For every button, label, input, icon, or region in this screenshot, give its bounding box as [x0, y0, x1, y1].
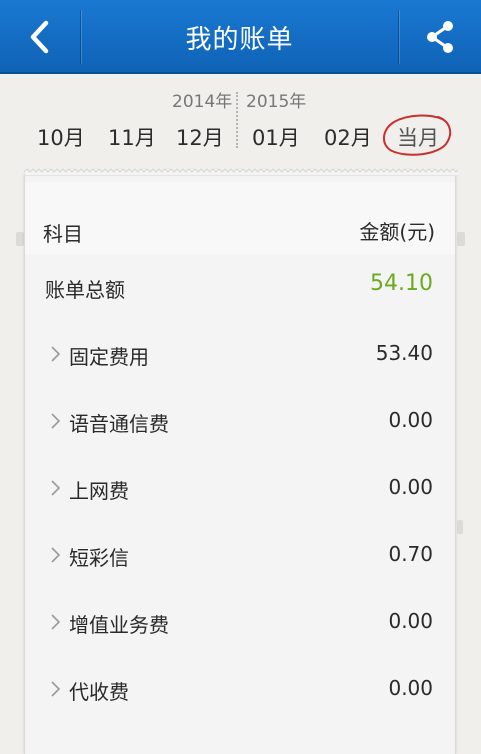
bill-total-row: 账单总额 54.10	[25, 254, 455, 321]
bill-item-value: 0.00	[388, 676, 433, 700]
year-divider	[236, 92, 238, 148]
bill-item-value: 0.00	[388, 408, 433, 432]
bill-item-value: 0.00	[388, 475, 433, 499]
receipt-edge	[24, 168, 458, 176]
chevron-right-icon	[51, 413, 61, 429]
bill-item-label: 短彩信	[69, 546, 129, 570]
bill-item-row[interactable]: 增值业务费 0.00	[25, 589, 455, 656]
month-tab-11[interactable]: 11月	[108, 122, 156, 152]
chevron-right-icon	[51, 547, 61, 563]
chevron-right-icon	[51, 681, 61, 697]
bill-item-row[interactable]: 语音通信费 0.00	[25, 388, 455, 455]
bill-item-label: 代收费	[69, 680, 129, 704]
bill-item-row[interactable]: 短彩信 0.70	[25, 522, 455, 589]
month-tab-12[interactable]: 12月	[176, 122, 224, 152]
bill-total-label: 账单总额	[45, 278, 125, 302]
month-tab-10[interactable]: 10月	[37, 122, 85, 152]
month-tab-01[interactable]: 01月	[252, 122, 300, 152]
chevron-left-icon	[30, 20, 49, 54]
chevron-right-icon	[51, 614, 61, 630]
share-button[interactable]	[399, 0, 481, 74]
share-icon	[427, 21, 453, 53]
bill-total-value: 54.10	[370, 271, 433, 296]
back-button[interactable]	[0, 0, 80, 74]
bill-table-header: 科目 金额(元)	[25, 182, 455, 254]
bill-item-row[interactable]: 上网费 0.00	[25, 455, 455, 522]
chevron-right-icon	[51, 480, 61, 496]
year-label-2015: 2015年	[246, 92, 307, 112]
bill-item-label: 语音通信费	[69, 412, 169, 436]
current-month-circle-icon	[383, 114, 452, 156]
column-header-subject: 科目	[43, 222, 83, 246]
card-edge-decoration	[16, 232, 24, 246]
card-edge-decoration	[457, 520, 463, 534]
bill-item-row[interactable]: 固定费用 53.40	[25, 321, 455, 388]
bill-item-label: 固定费用	[69, 345, 149, 369]
app-header: 我的账单	[0, 0, 481, 74]
year-label-2014: 2014年	[172, 92, 233, 112]
bill-item-value: 0.00	[388, 609, 433, 633]
column-header-amount: 金额(元)	[359, 220, 435, 244]
bill-item-label: 增值业务费	[69, 613, 169, 637]
bill-item-value: 53.40	[375, 341, 433, 365]
month-tab-02[interactable]: 02月	[324, 122, 372, 152]
card-edge-decoration	[457, 232, 465, 246]
chevron-right-icon	[51, 346, 61, 362]
page-title: 我的账单	[185, 24, 294, 55]
bill-card: 科目 金额(元) 账单总额 54.10 固定费用 53.40 语音通信费 0.0…	[24, 168, 458, 754]
bill-item-label: 上网费	[69, 479, 129, 503]
bill-item-row[interactable]: 代收费 0.00	[25, 656, 455, 723]
bill-item-value: 0.70	[388, 542, 433, 566]
